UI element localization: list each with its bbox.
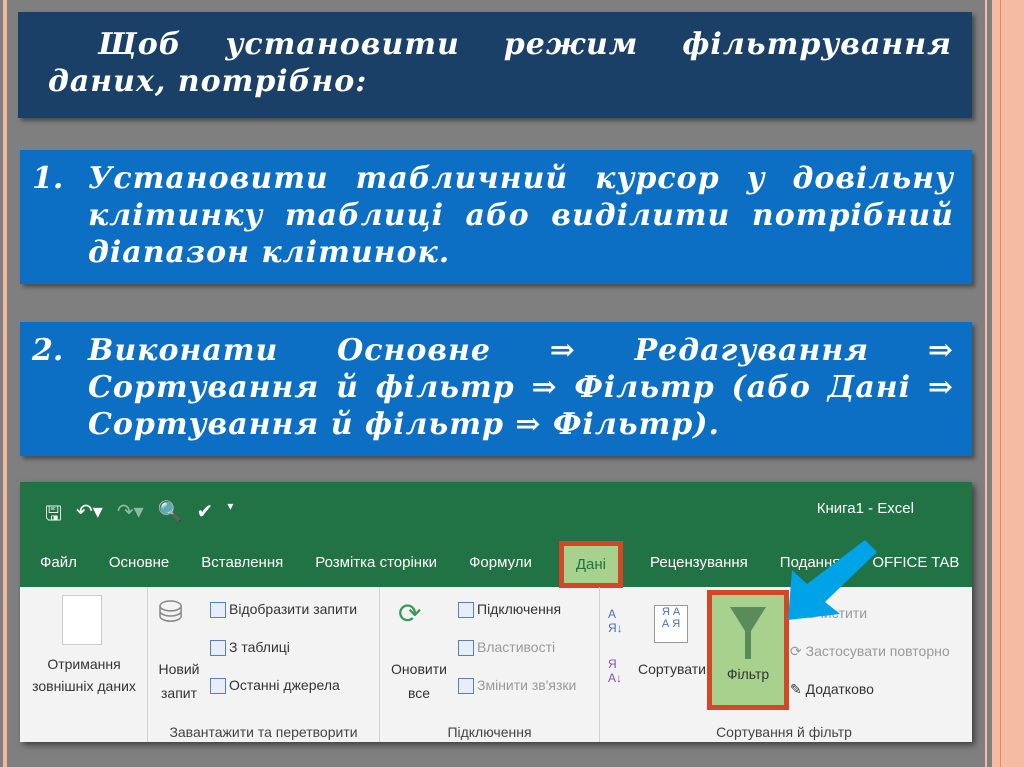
step-number: 2. xyxy=(32,333,64,368)
links-icon xyxy=(458,678,474,695)
sort-dialog-icon: Я АА Я xyxy=(654,605,688,643)
group-label: Сортування й фільтр xyxy=(716,724,852,740)
tab-insert[interactable]: Вставлення xyxy=(201,554,283,571)
save-icon[interactable]: 🖫 xyxy=(45,499,62,533)
clock-icon xyxy=(210,678,226,695)
undo-icon[interactable]: ↶▾ xyxy=(76,499,103,533)
spelling-icon[interactable]: ✔ xyxy=(197,499,214,533)
group-get-external: Отримання зовнішніх даних xyxy=(20,587,148,742)
title-box: Щоб установити режим фільтрування даних,… xyxy=(18,12,972,118)
print-preview-icon[interactable]: 🔍 xyxy=(158,499,183,533)
quick-access-toolbar: 🖫 ↶▾ ↷▾ 🔍 ✔ ▾ xyxy=(45,499,233,533)
reapply-button[interactable]: ⟳ Застосувати повторно xyxy=(790,643,950,660)
step-text: Виконати Основне ⇒ Редагування ⇒ Сортува… xyxy=(88,333,954,442)
recent-sources-button[interactable]: Останні джерела xyxy=(210,677,340,695)
funnel-icon xyxy=(730,607,766,659)
left-decor-stripe xyxy=(3,0,7,767)
table-icon xyxy=(210,602,226,619)
properties-icon xyxy=(458,640,474,657)
tab-review[interactable]: Рецензування xyxy=(650,554,748,571)
group-connections: ⟳ Оновити все Підключення Властивості Зм… xyxy=(380,587,600,742)
connections-button[interactable]: Підключення xyxy=(458,601,561,619)
advanced-filter-icon: ✎ xyxy=(790,681,806,697)
slide-title: Щоб установити режим фільтрування даних,… xyxy=(48,27,952,99)
sort-za-icon[interactable]: Я А↓ xyxy=(608,657,622,685)
excel-title-bar: 🖫 ↶▾ ↷▾ 🔍 ✔ ▾ Книга1 - Excel xyxy=(20,482,972,537)
tab-file[interactable]: Файл xyxy=(40,554,77,571)
step-text: Установити табличний курсор у довільну к… xyxy=(88,161,954,270)
filter-button[interactable]: Фільтр xyxy=(707,590,789,710)
tab-office-tab[interactable]: OFFICE TAB xyxy=(872,554,959,571)
refresh-all-button[interactable]: Оновити все xyxy=(384,657,454,705)
get-external-data-button[interactable]: Отримання зовнішніх даних xyxy=(20,653,148,697)
pointer-arrow-icon xyxy=(788,540,877,620)
new-query-icon: ⛁ xyxy=(158,596,184,629)
step-1-box: 1. Установити табличний курсор у довільну… xyxy=(20,150,972,284)
properties-button[interactable]: Властивості xyxy=(458,639,555,657)
reapply-icon: ⟳ xyxy=(790,643,806,659)
group-get-transform: ⛁ Новий запит Відобразити запити З табли… xyxy=(148,587,380,742)
new-query-button[interactable]: Новий запит xyxy=(154,657,204,705)
tab-formulas[interactable]: Формули xyxy=(469,554,532,571)
advanced-button[interactable]: ✎ Додатково xyxy=(790,681,874,698)
edit-links-button[interactable]: Змінити зв'язки xyxy=(458,677,576,695)
sort-az-icon[interactable]: А Я↓ xyxy=(608,607,623,635)
customize-qat-icon[interactable]: ▾ xyxy=(227,499,233,533)
group-label: Підключення xyxy=(447,724,532,740)
show-queries-button[interactable]: Відобразити запити xyxy=(210,601,357,619)
group-label: Завантажити та перетворити xyxy=(169,724,358,740)
sort-button[interactable]: Сортувати xyxy=(638,661,706,677)
from-table-button[interactable]: З таблиці xyxy=(210,639,290,657)
tab-home[interactable]: Основне xyxy=(109,554,169,571)
right-decor-strip xyxy=(985,0,1024,767)
filter-label: Фільтр xyxy=(726,666,770,682)
table-icon xyxy=(210,640,226,657)
step-number: 1. xyxy=(32,161,64,196)
window-title: Книга1 - Excel xyxy=(816,500,914,517)
tab-data[interactable]: Дані xyxy=(558,540,624,588)
redo-icon[interactable]: ↷▾ xyxy=(117,499,144,533)
tab-page-layout[interactable]: Розмітка сторінки xyxy=(315,554,437,571)
refresh-icon: ⟳ xyxy=(398,598,422,629)
connections-icon xyxy=(458,602,474,619)
step-2-box: 2. Виконати Основне ⇒ Редагування ⇒ Сорту… xyxy=(20,322,972,456)
external-data-icon xyxy=(62,595,102,645)
